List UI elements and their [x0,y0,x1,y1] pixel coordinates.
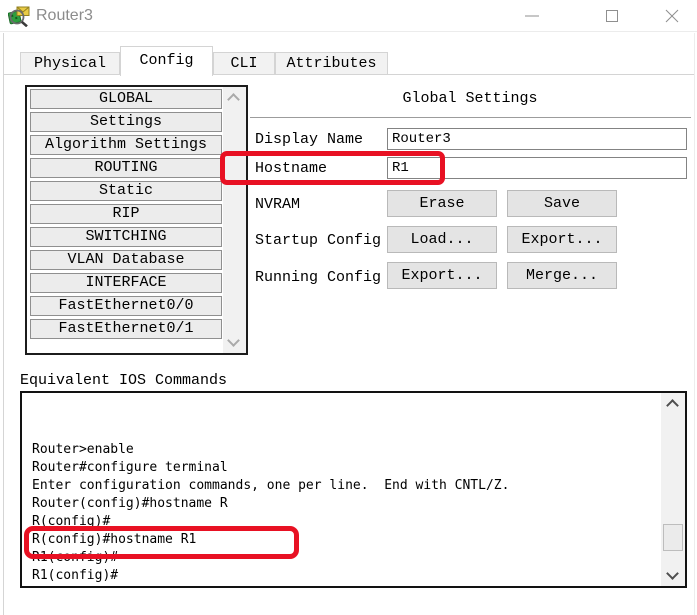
title-bar: Router3 [0,0,697,32]
close-button[interactable] [650,0,694,32]
sidebar-item-static[interactable]: Static [30,181,222,201]
ios-commands-label: Equivalent IOS Commands [20,372,228,389]
ios-commands-output[interactable]: Router>enable Router#configure terminal En… [20,391,687,588]
display-name-input[interactable] [387,128,687,150]
minimize-button[interactable] [510,0,554,32]
sidebar-item-fastethernet0-0[interactable]: FastEthernet0/0 [30,296,222,316]
terminal-scrollbar[interactable] [661,393,685,586]
ios-line: R(config)# [32,514,111,529]
window-right-border [694,33,695,615]
ios-line: Router#configure terminal [32,460,228,475]
packet-tracer-logo-icon [8,6,30,27]
maximize-button[interactable] [590,0,634,32]
nvram-label: NVRAM [255,196,301,213]
startup-export-button[interactable]: Export... [507,226,617,253]
sidebar-item-routing[interactable]: ROUTING [30,158,222,178]
tab-config[interactable]: Config [120,46,213,76]
scrollbar-thumb[interactable] [663,524,683,551]
panel-divider [250,117,691,118]
display-name-label: Display Name [255,131,364,148]
sidebar-item-switching[interactable]: SWITCHING [30,227,222,247]
sidebar-item-global[interactable]: GLOBAL [30,89,222,109]
scroll-up-icon[interactable] [227,93,240,106]
ios-command-lines: Router>enable Router#configure terminal En… [32,441,657,585]
sidebar-item-vlan-database[interactable]: VLAN Database [30,250,222,270]
tab-cli[interactable]: CLI [213,52,275,75]
window-title: Router3 [36,7,93,24]
hostname-input[interactable] [387,157,687,179]
running-export-button[interactable]: Export... [387,262,497,289]
startup-load-button[interactable]: Load... [387,226,497,253]
startup-config-label: Startup Config [255,232,382,249]
config-section-items: GLOBAL Settings Algorithm Settings ROUTING S… [30,89,222,342]
ios-line: R1(config)# [32,568,119,583]
sidebar-item-algorithm-settings[interactable]: Algorithm Settings [30,135,222,155]
minimize-icon [525,15,539,17]
sidebar-item-fastethernet0-1[interactable]: FastEthernet0/1 [30,319,222,339]
tab-physical[interactable]: Physical [20,52,120,75]
window-left-border [3,33,4,615]
maximize-icon [606,10,618,22]
nvram-save-button[interactable]: Save [507,190,617,217]
hostname-label: Hostname [255,160,328,177]
tab-attributes[interactable]: Attributes [275,52,388,75]
running-merge-button[interactable]: Merge... [507,262,617,289]
scroll-up-icon[interactable] [666,399,679,412]
config-section-list: GLOBAL Settings Algorithm Settings ROUTING S… [25,85,248,355]
ios-line: R(config)#hostname R1 [32,532,197,547]
ios-line: Enter configuration commands, one per li… [32,478,510,493]
ios-line: Router(config)#hostname R [32,496,228,511]
running-config-label: Running Config [255,269,382,286]
ios-line: Router>enable [32,442,134,457]
sidebar-scrollbar[interactable] [223,87,246,353]
sidebar-item-interface[interactable]: INTERFACE [30,273,222,293]
scroll-down-icon[interactable] [666,567,679,580]
nvram-erase-button[interactable]: Erase [387,190,497,217]
scroll-down-icon[interactable] [227,334,240,347]
panel-title: Global Settings [402,90,538,107]
sidebar-item-settings[interactable]: Settings [30,112,222,132]
sidebar-item-rip[interactable]: RIP [30,204,222,224]
ios-line: R1(config)# [32,550,119,565]
